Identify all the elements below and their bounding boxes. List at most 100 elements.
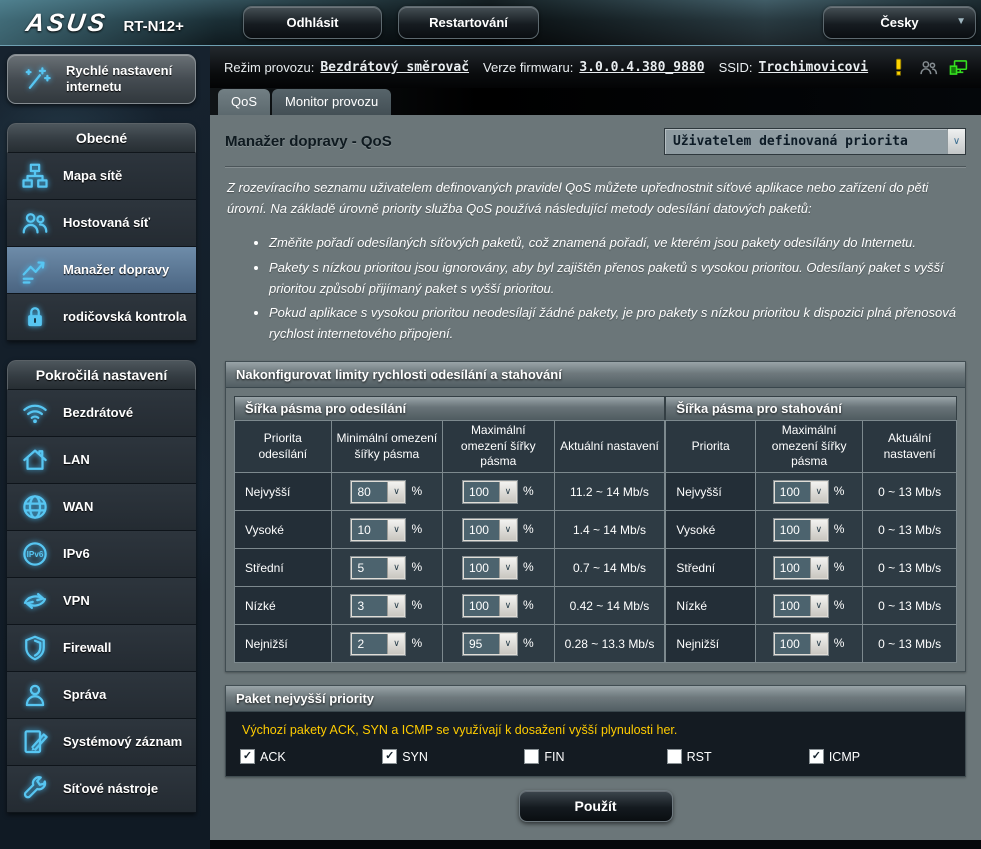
table-row: Střední 100∨% 0 ~ 13 Mb/s: [666, 549, 957, 587]
table-row: Nejvyšší 100∨% 0 ~ 13 Mb/s: [666, 473, 957, 511]
content-panel: Manažer dopravy - QoS Uživatelem definov…: [210, 115, 981, 840]
priority-label: Střední: [666, 549, 756, 587]
current-setting: 0.42 ~ 14 Mb/s: [554, 587, 665, 625]
brand: ASUS RT-N12+: [26, 9, 184, 38]
quick-internet-setup-button[interactable]: Rychlé nastavení internetu: [7, 54, 196, 104]
wireless-icon: [7, 398, 63, 428]
download-table: Priorita Maximální omezení šířky pásma A…: [665, 420, 957, 663]
title-row: Manažer dopravy - QoS Uživatelem definov…: [225, 125, 966, 157]
parental-control-lock-icon: [7, 302, 63, 332]
sidebar-item-guest-network[interactable]: Hostovaná síť: [7, 200, 196, 247]
table-row: Nízké 3∨% 100∨% 0.42 ~ 14 Mb/s: [235, 587, 665, 625]
column-header: Priorita odesílání: [235, 421, 332, 473]
administration-person-icon: [7, 680, 63, 710]
logout-button[interactable]: Odhlásit: [243, 6, 382, 39]
column-header: Priorita: [666, 421, 756, 473]
limits-section-header: Nakonfigurovat limity rychlosti odesílán…: [226, 362, 965, 388]
sidebar-item-wan[interactable]: WAN: [7, 484, 196, 531]
sidebar-item-parental-control[interactable]: rodičovská kontrola: [7, 294, 196, 341]
max-bandwidth-select[interactable]: 100∨: [463, 519, 517, 541]
max-bandwidth-select[interactable]: 100∨: [774, 633, 828, 655]
bullet-list: Změňte pořadí odesílaných síťových paket…: [225, 233, 966, 345]
vpn-arrows-icon: [7, 586, 63, 616]
system-log-icon: [7, 727, 63, 757]
max-bandwidth-select[interactable]: 100∨: [463, 481, 517, 503]
status-bar: Režim provozu: Bezdrátový směrovač Verze…: [210, 46, 981, 88]
sidebar-advanced-group: Pokročilá nastavení Bezdrátové LAN WAN: [7, 360, 196, 813]
table-row: Střední 5∨% 100∨% 0.7 ~ 14 Mb/s: [235, 549, 665, 587]
checkbox-icmp[interactable]: ✓ ICMP: [809, 749, 951, 764]
priority-label: Nejvyšší: [235, 473, 332, 511]
magic-wand-icon: [10, 64, 66, 94]
max-bandwidth-select[interactable]: 100∨: [463, 595, 517, 617]
min-bandwidth-select[interactable]: 2∨: [351, 633, 405, 655]
sidebar-item-system-log[interactable]: Systémový záznam: [7, 719, 196, 766]
main-area: Režim provozu: Bezdrátový směrovač Verze…: [210, 46, 981, 849]
check-icon: ✓: [385, 751, 394, 762]
table-row: Vysoké 10∨% 100∨% 1.4 ~ 14 Mb/s: [235, 511, 665, 549]
limits-section: Nakonfigurovat limity rychlosti odesílán…: [225, 361, 966, 672]
chevron-down-icon: ▼: [956, 16, 966, 27]
language-select[interactable]: Česky ▼: [823, 6, 976, 39]
min-bandwidth-select[interactable]: 80∨: [351, 481, 405, 503]
sidebar-item-vpn[interactable]: VPN: [7, 578, 196, 625]
sidebar-item-lan[interactable]: LAN: [7, 437, 196, 484]
select-arrow-icon: ∨: [810, 634, 827, 654]
operation-mode-link[interactable]: Bezdrátový směrovač: [320, 60, 469, 75]
firmware-version-link[interactable]: 3.0.0.4.380_9880: [579, 60, 704, 75]
priority-label: Nízké: [666, 587, 756, 625]
current-setting: 0.28 ~ 13.3 Mb/s: [554, 625, 665, 663]
current-setting: 0.7 ~ 14 Mb/s: [554, 549, 665, 587]
ssid-link[interactable]: Trochimovicovi: [759, 60, 869, 75]
checkbox-syn[interactable]: ✓ SYN: [382, 749, 524, 764]
max-bandwidth-select[interactable]: 95∨: [463, 633, 517, 655]
sidebar-item-administration[interactable]: Správa: [7, 672, 196, 719]
page-title: Manažer dopravy - QoS: [225, 133, 392, 150]
clients-icon[interactable]: [918, 57, 939, 78]
select-arrow-icon: ∨: [810, 520, 827, 540]
max-bandwidth-select[interactable]: 100∨: [774, 557, 828, 579]
bullet-item: Pokud aplikace s vysokou prioritou neode…: [269, 303, 966, 345]
reboot-button[interactable]: Restartování: [398, 6, 539, 39]
select-arrow-icon: ∨: [499, 634, 516, 654]
sidebar-section-advanced: Pokročilá nastavení: [7, 360, 196, 390]
min-bandwidth-select[interactable]: 10∨: [351, 519, 405, 541]
max-bandwidth-select[interactable]: 100∨: [774, 595, 828, 617]
table-row: Nízké 100∨% 0 ~ 13 Mb/s: [666, 587, 957, 625]
select-arrow-icon: ∨: [499, 558, 516, 578]
select-arrow-icon: ∨: [387, 520, 404, 540]
svg-text:IPv6: IPv6: [27, 550, 44, 559]
tab-qos[interactable]: QoS: [218, 89, 270, 115]
language-label: Česky: [880, 15, 918, 30]
ssid-label: SSID:: [719, 60, 753, 75]
table-row: Nejvyšší 80∨% 100∨% 11.2 ~ 14 Mb/s: [235, 473, 665, 511]
checkbox-rst[interactable]: ✓ RST: [667, 749, 809, 764]
packet-note: Výchozí pakety ACK, SYN a ICMP se využív…: [242, 723, 951, 737]
sidebar-item-network-tools[interactable]: Síťové nástroje: [7, 766, 196, 813]
sidebar-item-wireless[interactable]: Bezdrátové: [7, 390, 196, 437]
network-tools-wrench-icon: [7, 774, 63, 804]
wan-globe-icon: [7, 492, 63, 522]
tab-traffic-monitor[interactable]: Monitor provozu: [272, 89, 391, 115]
select-arrow-icon: ∨: [499, 482, 516, 502]
checkbox-ack[interactable]: ✓ ACK: [240, 749, 382, 764]
min-bandwidth-select[interactable]: 3∨: [351, 595, 405, 617]
sidebar-item-network-map[interactable]: Mapa sítě: [7, 153, 196, 200]
firmware-alert-icon[interactable]: [888, 57, 909, 78]
apply-button[interactable]: Použít: [519, 790, 673, 822]
max-bandwidth-select[interactable]: 100∨: [774, 481, 828, 503]
max-bandwidth-select[interactable]: 100∨: [463, 557, 517, 579]
column-header: Minimální omezení šířky pásma: [331, 421, 442, 473]
devices-icon[interactable]: [948, 57, 969, 78]
sidebar-item-firewall[interactable]: Firewall: [7, 625, 196, 672]
priority-label: Vysoké: [235, 511, 332, 549]
min-bandwidth-select[interactable]: 5∨: [351, 557, 405, 579]
checkbox-fin[interactable]: ✓ FIN: [524, 749, 666, 764]
qos-mode-select[interactable]: Uživatelem definovaná priorita ∨: [664, 128, 966, 155]
max-bandwidth-select[interactable]: 100∨: [774, 519, 828, 541]
sidebar-item-traffic-manager[interactable]: Manažer dopravy: [7, 247, 196, 294]
sidebar-item-ipv6[interactable]: IPv6 IPv6: [7, 531, 196, 578]
check-icon: ✓: [243, 751, 252, 762]
apply-row: Použít: [225, 790, 966, 822]
current-setting: 0 ~ 13 Mb/s: [863, 625, 957, 663]
